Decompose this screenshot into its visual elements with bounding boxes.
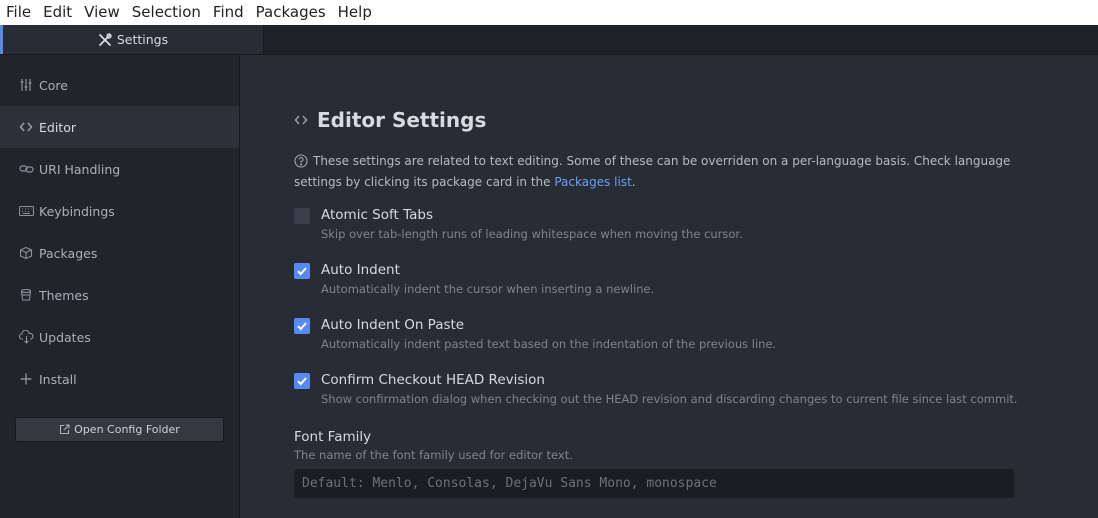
sidebar-item-packages[interactable]: Packages [0,232,239,274]
font-family-placeholder: Default: Menlo, Consolas, DejaVu Sans Mo… [302,476,717,491]
code-icon [18,119,34,135]
sidebar-item-label: URI Handling [39,161,121,177]
config-button-label: Open Config Folder [74,423,180,436]
tab-settings[interactable]: Settings [0,25,264,54]
setting-description: Automatically indent pasted text based o… [321,337,777,351]
sidebar-item-editor[interactable]: Editor [0,106,239,148]
menu-selection[interactable]: Selection [126,0,207,25]
page-title: Editor Settings [317,108,487,132]
settings-sidebar: Core Editor URI Handling Keybindings Pac… [0,55,240,518]
font-family-description: The name of the font family used for edi… [294,448,573,462]
menu-bar: File Edit View Selection Find Packages H… [0,0,1098,25]
sidebar-item-keybindings[interactable]: Keybindings [0,190,239,232]
setting-description: Show confirmation dialog when checking o… [321,392,1018,406]
sidebar-item-label: Updates [39,329,91,345]
auto-indent-checkbox[interactable] [294,263,310,279]
open-config-folder-button[interactable]: Open Config Folder [15,417,224,442]
check-icon [297,267,307,276]
packages-list-link[interactable]: Packages list [554,175,631,189]
font-family-input[interactable]: Default: Menlo, Consolas, DejaVu Sans Mo… [294,469,1014,498]
menu-file[interactable]: File [0,0,37,25]
sidebar-item-label: Install [39,371,77,387]
sidebar-item-label: Themes [39,287,89,303]
setting-description: Automatically indent the cursor when ins… [321,282,655,296]
tab-label: Settings [116,32,169,47]
auto-indent-on-paste-checkbox[interactable] [294,318,310,334]
menu-edit[interactable]: Edit [37,0,78,25]
setting-label: Auto Indent On Paste [321,317,465,333]
package-icon [18,245,34,261]
setting-label: Confirm Checkout HEAD Revision [321,372,545,388]
link-external-icon [59,424,70,435]
sliders-icon [18,77,34,93]
section-description: These settings are related to text editi… [294,152,1014,191]
paintcan-icon [18,287,34,303]
setting-label: Atomic Soft Tabs [321,207,433,223]
code-icon [294,113,308,127]
sidebar-item-updates[interactable]: Updates [0,316,239,358]
link-icon [18,161,34,177]
sidebar-item-label: Packages [39,245,98,261]
setting-description: Skip over tab-length runs of leading whi… [321,227,743,241]
menu-view[interactable]: View [78,0,126,25]
check-icon [297,377,307,386]
section-title: Editor Settings [294,108,486,132]
description-end: . [631,175,636,189]
sidebar-item-uri-handling[interactable]: URI Handling [0,148,239,190]
question-icon [294,154,308,173]
keyboard-icon [18,203,34,219]
menu-help[interactable]: Help [332,0,378,25]
setting-label: Auto Indent [321,262,400,278]
description-text: These settings are related to text editi… [294,154,1011,189]
sidebar-item-label: Keybindings [39,203,115,219]
sidebar-item-core[interactable]: Core [0,64,239,106]
settings-panel: Editor Settings These settings are relat… [240,55,1098,518]
tools-icon [98,32,112,47]
tab-bar: Settings [0,25,1098,55]
cloud-download-icon [18,329,34,345]
sidebar-item-label: Editor [39,119,76,135]
sidebar-item-install[interactable]: Install [0,358,239,400]
plus-icon [18,371,34,387]
check-icon [297,322,307,331]
sidebar-item-themes[interactable]: Themes [0,274,239,316]
confirm-checkout-head-revision-checkbox[interactable] [294,373,310,389]
menu-packages[interactable]: Packages [250,0,332,25]
menu-find[interactable]: Find [207,0,250,25]
sidebar-item-label: Core [39,77,68,93]
atomic-soft-tabs-checkbox[interactable] [294,208,310,224]
font-family-label: Font Family [294,429,372,445]
